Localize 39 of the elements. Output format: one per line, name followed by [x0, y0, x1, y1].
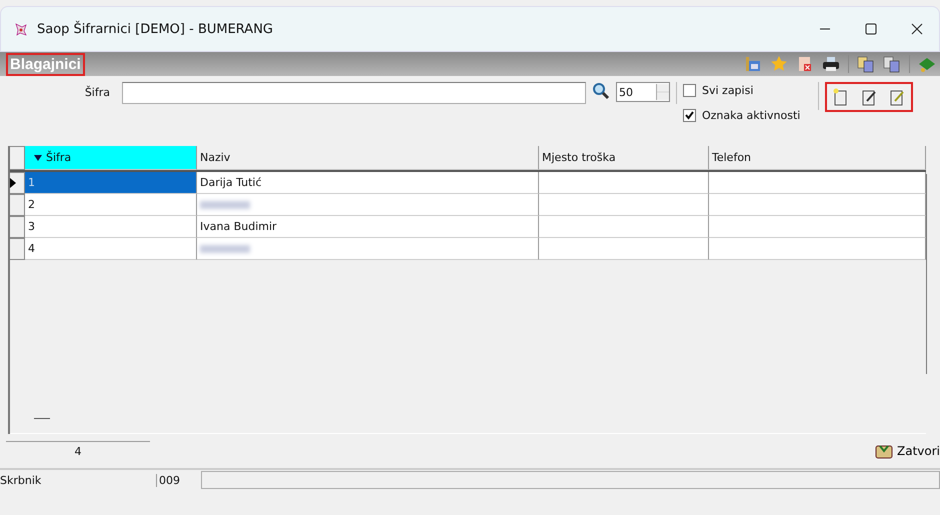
copy-icon[interactable] [883, 55, 901, 73]
sort-arrow-icon [34, 154, 42, 160]
edit-document-icon[interactable] [861, 88, 878, 106]
limit-spinner[interactable]: 50 [616, 82, 670, 102]
app-icon [13, 21, 29, 37]
search-icon[interactable] [592, 82, 610, 100]
status-field: 009 [156, 474, 195, 486]
section-title: Blagajnici [6, 52, 85, 76]
table-cell[interactable]: 2 [25, 194, 197, 216]
table-cell: Darija Tutić [197, 172, 539, 194]
column-header[interactable]: Šifra [25, 146, 197, 170]
edit-document-icon[interactable] [889, 88, 906, 106]
column-header[interactable]: Naziv [197, 146, 539, 170]
window-title: Saop Šifrarnici [DEMO] - BUMERANG [37, 22, 273, 36]
close-icon[interactable] [911, 23, 923, 35]
table-cell[interactable]: 3 [25, 216, 197, 238]
new-row-marker [34, 418, 50, 419]
column-header[interactable]: Mjesto troška [539, 146, 709, 170]
copy-icon[interactable] [857, 55, 875, 73]
printer-icon[interactable] [822, 55, 840, 73]
search-field[interactable] [122, 82, 586, 104]
row-header[interactable] [10, 172, 25, 194]
checkmark-icon [684, 110, 695, 121]
close-button[interactable]: Zatvori [875, 443, 940, 459]
star-icon[interactable] [770, 55, 788, 73]
row-header [10, 146, 25, 170]
checkbox[interactable]: Svi zapisi [683, 84, 800, 97]
maximize-icon[interactable] [865, 23, 877, 35]
field-label: Šifra [84, 84, 110, 99]
column-header[interactable]: Telefon [709, 146, 926, 170]
delete-document-icon[interactable] [796, 55, 814, 73]
row-pointer-icon [10, 178, 16, 188]
table-cell[interactable]: 4 [25, 238, 197, 260]
table-cell[interactable]: 1 [25, 172, 197, 194]
record-count: 4 [6, 440, 150, 462]
checkbox[interactable]: Oznaka aktivnosti [683, 109, 800, 122]
new-document-icon[interactable] [833, 88, 850, 106]
table-cell: Ivana Budimir [197, 216, 539, 238]
status-field: Skrbnik [0, 474, 150, 486]
